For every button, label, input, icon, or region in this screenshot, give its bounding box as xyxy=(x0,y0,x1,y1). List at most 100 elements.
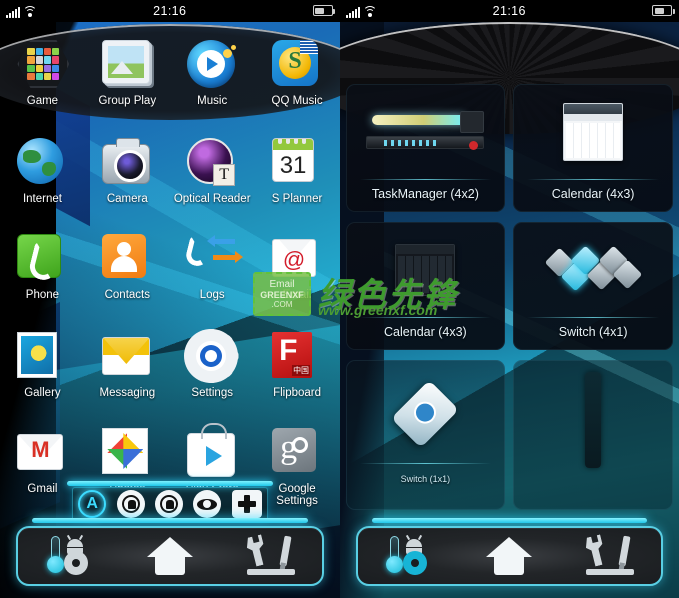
eye-icon[interactable] xyxy=(193,490,222,518)
group-play-icon xyxy=(102,40,152,90)
android-thermometer-gear-icon xyxy=(382,534,434,576)
app-item-group-play[interactable]: Group Play xyxy=(85,40,170,107)
app-label: Contacts xyxy=(104,289,150,301)
status-bar-clock: 21:16 xyxy=(153,4,187,18)
android-settings-button[interactable] xyxy=(358,528,459,584)
navigation-bar-left xyxy=(0,518,340,598)
app-row: Gallery Messaging Settings F 中国 Flipboar… xyxy=(0,329,340,399)
widget-row: Calendar (4x3) Switch (4x1) xyxy=(345,222,673,350)
status-bar-clock: 21:16 xyxy=(492,4,526,18)
plus-icon[interactable] xyxy=(231,490,262,518)
photos-icon xyxy=(102,428,152,478)
widget-item-taskmanager[interactable]: TaskManager (4x2) xyxy=(345,84,506,212)
app-label: Optical Reader xyxy=(173,193,251,205)
app-label: QQ Music xyxy=(271,95,323,107)
widget-separator xyxy=(527,179,659,180)
nav-glow-line xyxy=(371,518,647,523)
flipboard-icon: 中国 xyxy=(272,332,322,382)
app-item-qq-music[interactable]: QQ Music xyxy=(255,40,340,107)
widget-row: Switch (1x1) xyxy=(345,360,673,510)
app-row: Game Group Play Music QQ Music xyxy=(0,40,340,107)
app-item-messaging[interactable]: Messaging xyxy=(85,332,170,399)
widget-label: Switch (4x1) xyxy=(558,325,628,339)
app-item-game[interactable]: Game xyxy=(0,40,85,107)
task-manager-thumb xyxy=(346,88,506,176)
app-label: Settings xyxy=(191,387,233,399)
app-item-gallery[interactable]: Gallery xyxy=(0,332,85,399)
app-label: Gallery xyxy=(24,387,61,399)
hand-drag-down-icon[interactable] xyxy=(116,490,145,518)
optical-reader-icon xyxy=(187,138,237,188)
android-settings-button[interactable] xyxy=(18,528,119,584)
home-button[interactable] xyxy=(119,528,220,584)
app-item-music[interactable]: Music xyxy=(170,40,255,107)
screenshot-root: 21:16 Game Group Play Music S QQ Music I… xyxy=(0,0,679,598)
app-item-flipboard[interactable]: 中国 Flipboard xyxy=(255,332,340,399)
widget-item-partial[interactable] xyxy=(513,360,673,510)
widget-label: TaskManager (4x2) xyxy=(371,187,479,201)
widget-item-calendar-light[interactable]: Calendar (4x3) xyxy=(513,84,673,212)
nav-glow-line xyxy=(32,518,308,523)
widget-label: Calendar (4x3) xyxy=(384,325,467,339)
widget-separator xyxy=(359,463,492,464)
app-row: Internet Camera Optical Reader 31 xyxy=(0,138,340,205)
gmail-icon xyxy=(17,428,67,478)
calendar-dark-thumb xyxy=(346,226,506,314)
widget-separator xyxy=(359,179,492,180)
switch-row-thumb xyxy=(513,226,673,314)
qq-music-icon xyxy=(272,40,322,90)
app-label: S Planner xyxy=(271,193,323,205)
app-grid: Game Group Play Music QQ Music xyxy=(0,22,340,526)
app-label: Google Settings xyxy=(276,483,318,507)
settings-gear-icon xyxy=(184,329,239,383)
app-item-optical-reader[interactable]: Optical Reader xyxy=(170,138,255,205)
home-icon xyxy=(146,537,193,575)
widget-separator xyxy=(527,317,659,318)
home-icon xyxy=(486,537,533,575)
app-label: Game xyxy=(26,95,59,107)
messaging-icon xyxy=(102,332,152,382)
tools-button[interactable] xyxy=(560,528,661,584)
app-item-s-planner[interactable]: 31 S Planner xyxy=(255,138,340,205)
app-item-email[interactable]: Email xyxy=(255,234,340,301)
camera-icon xyxy=(102,138,152,188)
app-label: Gmail xyxy=(27,483,58,495)
right-phone-screen: 21:16 TaskManager (4x2) Calendar (4x3) C… xyxy=(339,0,679,598)
edit-toolbar[interactable] xyxy=(67,481,273,521)
gallery-icon xyxy=(17,332,67,382)
app-label: Email xyxy=(282,289,312,301)
app-label: Camera xyxy=(106,193,148,205)
widget-item-switch-single[interactable]: Switch (1x1) xyxy=(345,360,506,510)
app-item-camera[interactable]: Camera xyxy=(85,138,170,205)
widget-partial-thumb xyxy=(513,370,673,470)
widget-item-switch-row[interactable]: Switch (4x1) xyxy=(513,222,673,350)
app-item-internet[interactable]: Internet xyxy=(0,138,85,205)
s-planner-icon: 31 xyxy=(272,138,322,188)
play-store-icon xyxy=(187,423,237,478)
circled-a-icon[interactable] xyxy=(78,490,107,518)
status-bar: 21:16 xyxy=(0,0,340,22)
app-label: Flipboard xyxy=(273,387,322,399)
widget-row: TaskManager (4x2) Calendar (4x3) xyxy=(345,84,673,212)
navigation-bar-right xyxy=(340,518,679,598)
app-item-settings[interactable]: Settings xyxy=(170,329,255,399)
s-planner-day: 31 xyxy=(279,152,307,179)
app-item-contacts[interactable]: Contacts xyxy=(85,234,170,301)
app-label: Group Play xyxy=(98,95,157,107)
battery-icon xyxy=(312,5,335,16)
app-item-phone[interactable]: Phone xyxy=(0,234,85,301)
app-label: Messaging xyxy=(99,387,156,399)
home-button[interactable] xyxy=(459,528,560,584)
music-icon xyxy=(187,40,237,90)
contacts-icon xyxy=(102,234,152,284)
game-hub-icon xyxy=(17,40,70,90)
switch-single-thumb xyxy=(346,374,506,454)
android-thermometer-gear-icon xyxy=(43,534,95,576)
phone-icon xyxy=(17,234,67,284)
email-icon xyxy=(272,234,322,284)
hand-drag-up-icon[interactable] xyxy=(154,490,183,518)
google-settings-icon xyxy=(272,426,322,478)
app-item-logs[interactable]: Logs xyxy=(170,234,255,301)
tools-button[interactable] xyxy=(220,528,321,584)
widget-item-calendar-dark[interactable]: Calendar (4x3) xyxy=(345,222,506,350)
